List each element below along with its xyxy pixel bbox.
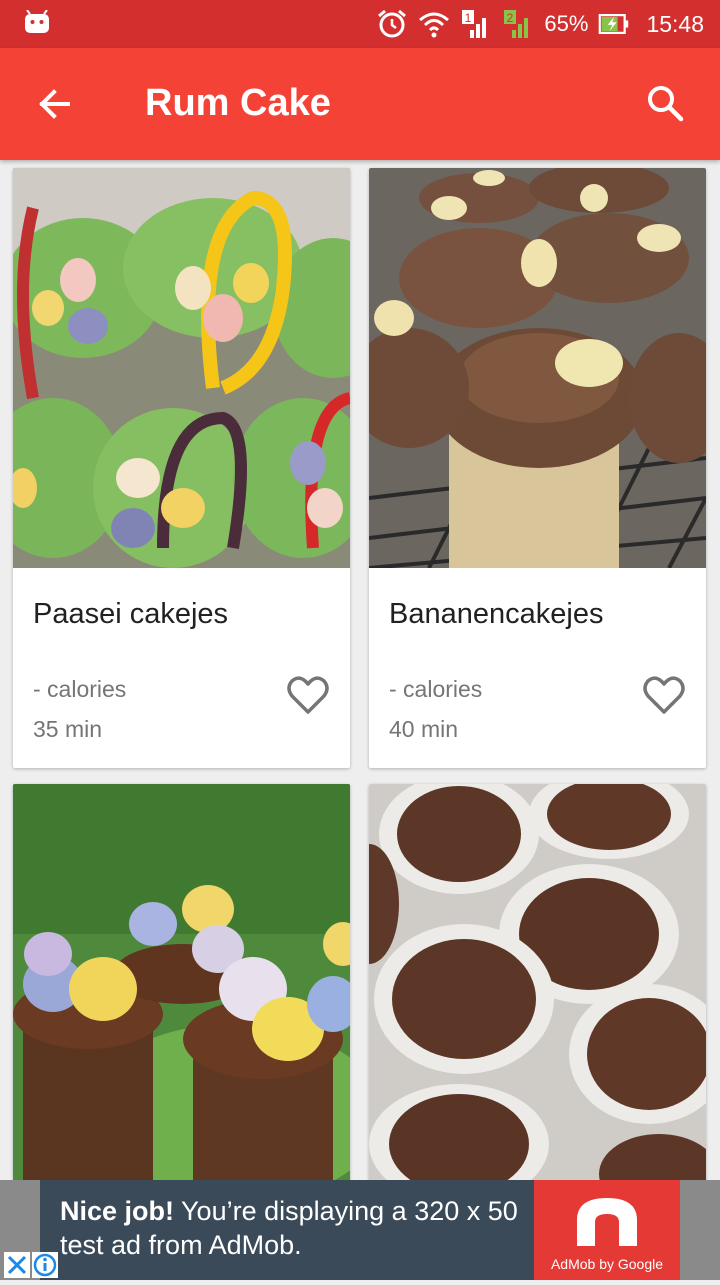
- battery-percent: 65%: [544, 11, 589, 36]
- ad-content[interactable]: Nice job! You’re displaying a 320 x 50 t…: [40, 1180, 680, 1280]
- recipe-card[interactable]: Bananencakejes - calories 40 min: [369, 168, 706, 768]
- recipe-image: [13, 784, 350, 1204]
- heart-icon[interactable]: [284, 672, 332, 716]
- status-bar: 1 2 65% 15:48: [0, 0, 720, 48]
- ad-brand: AdMob by Google: [550, 1256, 664, 1272]
- clock: 15:48: [646, 10, 704, 37]
- sim2-label: 2: [507, 11, 514, 25]
- android-debug-icon: [25, 10, 49, 33]
- recipe-calories: - calories: [389, 676, 483, 702]
- recipe-image: [13, 168, 350, 568]
- recipe-calories: - calories: [33, 676, 127, 702]
- ad-text: Nice job! You’re displaying a 320 x 50 t…: [60, 1194, 540, 1262]
- heart-icon[interactable]: [640, 672, 688, 716]
- recipe-time: 40 min: [389, 716, 459, 742]
- sim2-signal-icon: 2: [504, 10, 529, 38]
- recipe-card[interactable]: [369, 784, 706, 1204]
- recipe-title: Bananencakejes: [389, 598, 604, 630]
- recipe-image: [369, 784, 706, 1204]
- page-title: Rum Cake: [145, 82, 331, 124]
- recipe-image: [369, 168, 706, 570]
- ad-headline: Nice job!: [60, 1196, 175, 1226]
- ad-banner[interactable]: Nice job! You’re displaying a 320 x 50 t…: [0, 1180, 720, 1280]
- recipe-card[interactable]: [13, 784, 350, 1204]
- back-arrow-icon[interactable]: [28, 78, 80, 130]
- recipe-time: 35 min: [33, 716, 103, 742]
- recipe-title: Paasei cakejes: [33, 598, 229, 630]
- sim1-signal-icon: 1: [462, 10, 487, 38]
- search-icon[interactable]: [640, 78, 692, 130]
- alarm-icon: [378, 9, 407, 38]
- battery-charging-icon: [599, 14, 629, 34]
- sim1-label: 1: [465, 11, 472, 25]
- admob-logo: AdMob by Google: [534, 1180, 680, 1280]
- close-icon[interactable]: [4, 1252, 30, 1278]
- wifi-icon: [419, 12, 450, 38]
- app-bar: Rum Cake: [0, 48, 720, 160]
- recipe-card[interactable]: Paasei cakejes - calories 35 min: [13, 168, 350, 768]
- info-icon[interactable]: [32, 1252, 58, 1278]
